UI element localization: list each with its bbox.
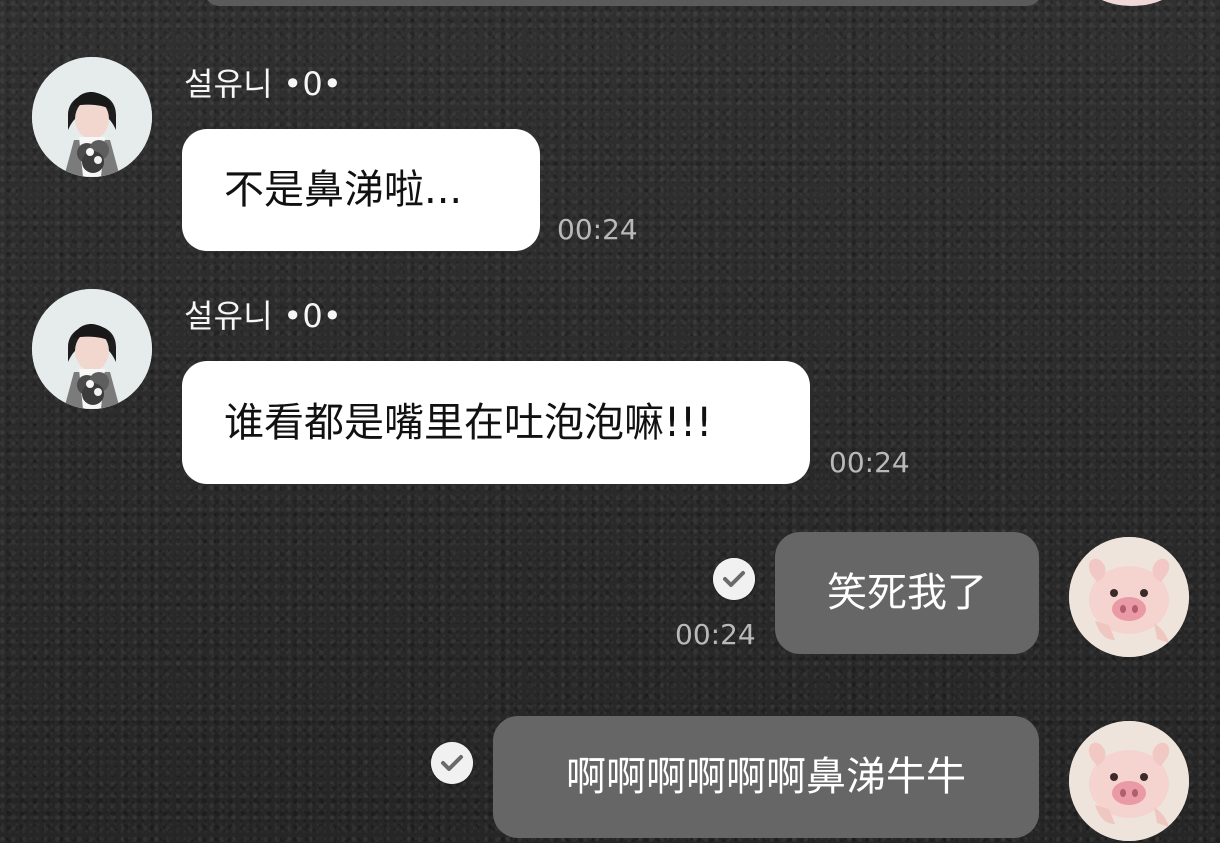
pig-avatar-icon	[1069, 537, 1189, 657]
user-avatar[interactable]	[1069, 537, 1189, 657]
message-time: 00:24	[557, 213, 638, 246]
message-time: 00:24	[829, 446, 910, 479]
user-avatar[interactable]	[1069, 721, 1189, 841]
girl-avatar-icon	[32, 289, 152, 409]
message-text: 啊啊啊啊啊啊鼻涕牛牛	[566, 754, 966, 800]
check-icon	[713, 558, 755, 600]
contact-avatar[interactable]	[32, 57, 152, 177]
outgoing-message-bubble[interactable]: 笑死我了	[775, 532, 1039, 654]
check-icon	[431, 742, 473, 784]
message-status-badge	[431, 742, 473, 784]
girl-avatar-icon	[32, 57, 152, 177]
partial-message-bubble[interactable]	[205, 0, 1041, 6]
message-text: 不是鼻涕啦...	[224, 167, 463, 213]
message-status-badge	[713, 558, 755, 600]
pig-avatar-icon	[1069, 721, 1189, 841]
outgoing-message-bubble[interactable]: 啊啊啊啊啊啊鼻涕牛牛	[493, 716, 1039, 838]
incoming-message-bubble[interactable]: 不是鼻涕啦...	[182, 129, 540, 251]
incoming-message-bubble[interactable]: 谁看都是嘴里在吐泡泡嘛!!!	[182, 361, 810, 484]
contact-avatar[interactable]	[32, 289, 152, 409]
message-text: 笑死我了	[827, 570, 987, 616]
sender-name: 설유니 •0•	[184, 65, 343, 103]
chat-area: 설유니 •0• 不是鼻涕啦... 00:24 설유니 •0• 谁看都是嘴里在吐泡…	[0, 0, 1220, 843]
partial-avatar[interactable]	[1082, 0, 1182, 6]
message-text: 谁看都是嘴里在吐泡泡嘛!!!	[224, 399, 713, 446]
message-time: 00:24	[675, 618, 756, 651]
sender-name: 설유니 •0•	[184, 297, 343, 335]
